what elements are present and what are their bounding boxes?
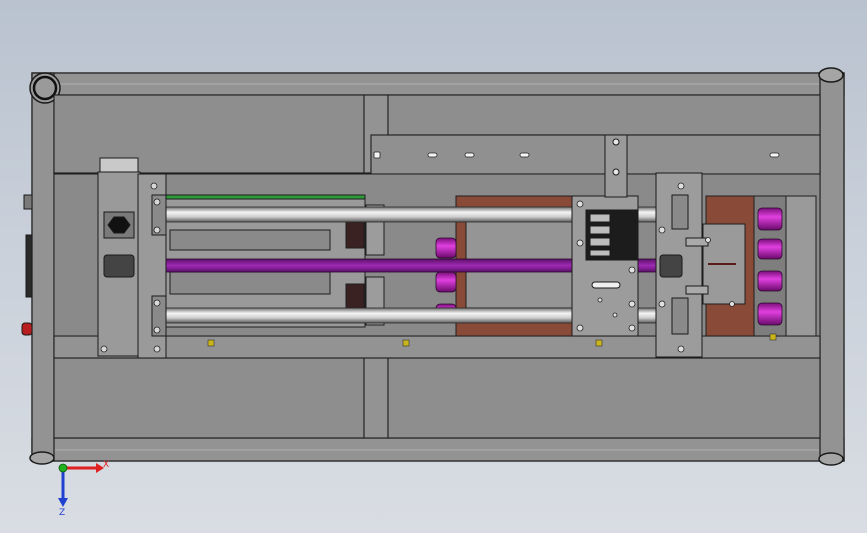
- lower-left-panel: [53, 357, 365, 439]
- magenta-cyl-r2: [757, 238, 783, 260]
- carriage-slot: [591, 281, 621, 289]
- magenta-cyl-l2: [435, 271, 457, 293]
- lower-cross-beam: [53, 335, 821, 359]
- upper-panels: [53, 94, 821, 175]
- green-strip-top: [164, 194, 366, 200]
- foot-bottom-left: [29, 451, 55, 465]
- lower-right-panel: [387, 357, 821, 439]
- magenta-cyl-r1: [757, 207, 783, 231]
- foot-bottom-right: [818, 452, 844, 466]
- magenta-cyl-l1: [435, 237, 457, 259]
- coordinate-triad: X Z: [58, 460, 109, 518]
- foot-top-right: [818, 67, 844, 83]
- x-axis-label: X: [103, 460, 109, 470]
- pulley-right: [659, 254, 683, 278]
- lower-divider-post: [363, 357, 389, 439]
- motor-top-cap: [99, 157, 139, 173]
- left-side-connector: [25, 234, 33, 298]
- frame-left-rail: [31, 72, 55, 462]
- sensor-block-top: [345, 221, 365, 249]
- upper-right-panel: [387, 94, 821, 136]
- red-button: [21, 322, 33, 336]
- left-side-block: [23, 194, 33, 210]
- frame-right-rail: [819, 72, 845, 462]
- z-axis-label: Z: [59, 508, 65, 518]
- cad-viewport[interactable]: X Z: [0, 0, 867, 533]
- magenta-cyl-r4: [757, 302, 783, 326]
- sensor-block-bottom: [345, 283, 365, 311]
- lower-panels: [53, 335, 821, 439]
- motor-mount: [97, 157, 167, 359]
- magenta-cyl-r3: [757, 270, 783, 292]
- right-end-block: [785, 195, 817, 337]
- slotted-plate: [370, 134, 821, 175]
- y-axis-dot: [58, 463, 68, 473]
- pulley-left: [103, 254, 135, 278]
